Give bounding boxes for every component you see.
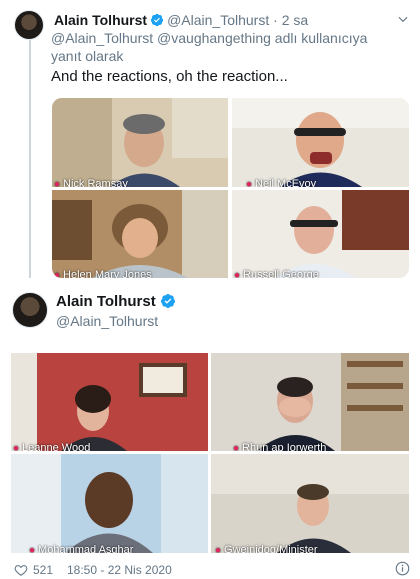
tweet-timestamp[interactable]: 18:50 - 22 Nis 2020 bbox=[67, 562, 172, 578]
participant-label: ● Nick Ramsay bbox=[54, 178, 128, 187]
separator-dot: · bbox=[273, 12, 278, 28]
author-name[interactable]: Alain Tolhurst bbox=[56, 293, 156, 310]
video-tile[interactable]: ● Neil McEvoy bbox=[232, 98, 409, 187]
chevron-down-icon[interactable] bbox=[396, 12, 410, 26]
participant-label: ● Helen Mary Jones bbox=[54, 269, 152, 278]
verified-badge-icon bbox=[150, 13, 164, 27]
video-tile[interactable]: ● Gweinidog/Minister bbox=[211, 454, 409, 553]
author-name-row[interactable]: Alain Tolhurst bbox=[56, 292, 179, 312]
video-frame-image bbox=[52, 98, 228, 187]
video-tile[interactable]: ● Russell George bbox=[232, 190, 409, 278]
like-count[interactable]: 521 bbox=[33, 562, 53, 578]
video-frame-image bbox=[232, 98, 409, 187]
video-tile[interactable]: ● Mohammad Asghar bbox=[11, 454, 208, 553]
reply-timestamp[interactable]: 2 sa bbox=[282, 12, 308, 28]
reply-tweet[interactable]: Alain Tolhurst @Alain_Tolhurst · 2 sa @Al… bbox=[0, 0, 420, 290]
main-media-grid[interactable]: ● Leanne Wood ● Rhun ap Iorwerth ● Mohammad… bbox=[11, 353, 409, 553]
participant-label: ● Neil McEvoy bbox=[246, 178, 317, 187]
verified-badge-icon bbox=[160, 294, 175, 308]
reply-author-name[interactable]: Alain Tolhurst bbox=[54, 12, 147, 28]
video-tile[interactable]: ● Helen Mary Jones bbox=[52, 190, 228, 278]
info-icon[interactable] bbox=[395, 561, 410, 576]
author-avatar[interactable] bbox=[12, 292, 48, 328]
replying-to-text: @Alain_Tolhurst @vaughangething adlı kul… bbox=[51, 30, 368, 64]
video-tile[interactable]: ● Rhun ap Iorwerth bbox=[211, 353, 409, 451]
video-frame-image bbox=[11, 454, 208, 553]
video-tile[interactable]: ● Nick Ramsay bbox=[52, 98, 228, 187]
reply-author-handle[interactable]: @Alain_Tolhurst bbox=[167, 12, 269, 28]
heart-icon[interactable] bbox=[14, 563, 28, 577]
reply-tweet-text: And the reactions, oh the reaction... bbox=[51, 68, 288, 85]
video-tile[interactable]: ● Leanne Wood bbox=[11, 353, 208, 451]
author-handle[interactable]: @Alain_Tolhurst bbox=[56, 312, 158, 330]
participant-label: ● Russell George bbox=[234, 269, 319, 278]
video-frame-image bbox=[211, 353, 409, 451]
video-frame-image bbox=[211, 454, 409, 553]
participant-label: ● Leanne Wood bbox=[13, 442, 91, 451]
video-frame-image bbox=[232, 190, 409, 278]
reply-media-grid[interactable]: ● Nick Ramsay ● Neil McEvoy ● Helen Mary Jo… bbox=[52, 98, 409, 278]
video-frame-image bbox=[11, 353, 208, 451]
reply-header: Alain Tolhurst @Alain_Tolhurst · 2 sa bbox=[54, 11, 308, 29]
video-frame-image bbox=[52, 190, 228, 278]
tweet-footer: 521 18:50 - 22 Nis 2020 bbox=[14, 561, 410, 579]
reply-avatar[interactable] bbox=[14, 10, 44, 40]
participant-label: ● Mohammad Asghar bbox=[29, 544, 134, 553]
participant-label: ● Gweinidog/Minister bbox=[215, 544, 318, 553]
participant-label: ● Rhun ap Iorwerth bbox=[233, 442, 327, 451]
